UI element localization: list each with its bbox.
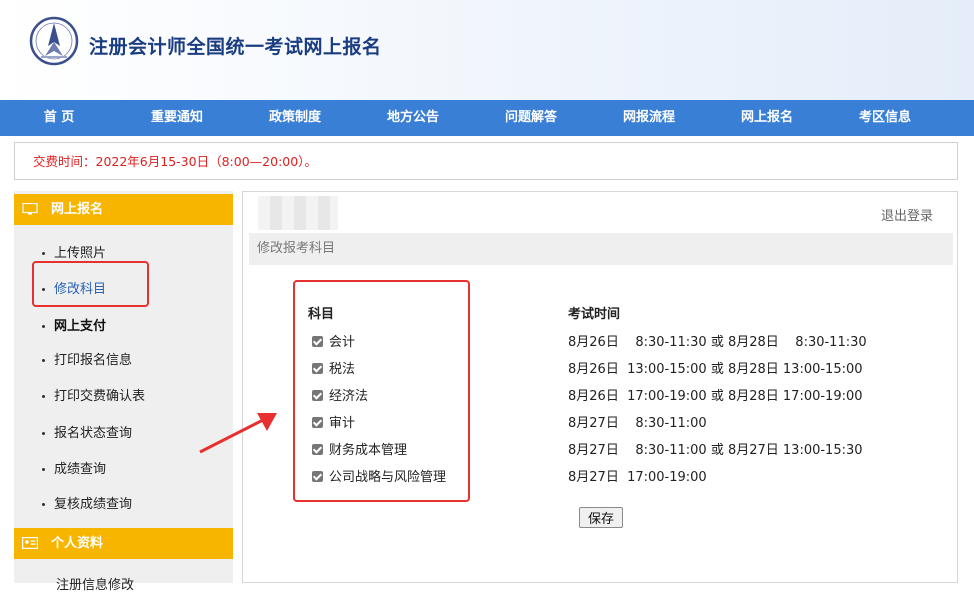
exam-time-strategy-risk-management: 8月27日 17:00-19:00 [568,466,707,485]
nav-policies[interactable]: 政策制度 [236,100,354,136]
nav-important-notices[interactable]: 重要通知 [118,100,236,136]
logout-link[interactable]: 退出登录 [881,205,933,224]
sidebar-item-upload-photo[interactable]: 上传照片 [42,242,106,261]
nav-exam-area-info[interactable]: 考区信息 [826,100,944,136]
sidebar-item-print-payment-confirmation[interactable]: 打印交费确认表 [42,385,145,404]
highlight-box-modify-subjects [32,261,149,307]
exam-time-tax-law: 8月26日 13:00-15:00 或 8月28日 13:00-15:00 [568,358,863,377]
sidebar-item-score-review-query[interactable]: 复核成绩查询 [42,493,132,512]
sidebar-item-profile-edit[interactable]: 注册信息修改 [56,574,134,593]
exam-time-economic-law: 8月26日 17:00-19:00 或 8月28日 17:00-19:00 [568,385,863,404]
highlight-box-subjects [293,280,470,502]
exam-time-accounting: 8月26日 8:30-11:30 或 8月28日 8:30-11:30 [568,331,867,350]
nav-registration-process[interactable]: 网报流程 [590,100,708,136]
bullet-icon [42,503,45,506]
bullet-icon [42,468,45,471]
monitor-icon [22,203,38,215]
payment-notice: 交费时间：2022年6月15-30日（8:00—20:00）。 [14,142,958,180]
bullet-icon [42,359,45,362]
sidebar-section-online-registration: 网上报名 [14,194,233,225]
sidebar-item-status-query[interactable]: 报名状态查询 [42,422,132,441]
sidebar-item-label: 打印报名信息 [54,353,132,368]
sidebar-item-label: 复核成绩查询 [54,497,132,512]
site-header: 注册会计师全国统一考试网上报名 [0,0,974,100]
time-column-header: 考试时间 [568,303,620,322]
sidebar: 网上报名 上传照片 修改科目 网上支付 打印报名信息 打印交费确认表 报名状态查… [14,191,233,583]
sidebar-item-label: 打印交费确认表 [54,389,145,404]
sidebar-section-title: 网上报名 [51,194,103,225]
exam-time-audit: 8月27日 8:30-11:00 [568,412,707,431]
bullet-icon [42,432,45,435]
sidebar-item-online-payment[interactable]: 网上支付 [42,315,106,334]
nav-faq[interactable]: 问题解答 [472,100,590,136]
red-arrow-icon [195,405,280,457]
bullet-icon [42,395,45,398]
id-card-icon [22,537,38,549]
sidebar-item-label: 报名状态查询 [54,426,132,441]
sidebar-item-print-registration[interactable]: 打印报名信息 [42,349,132,368]
nav-local-announcements[interactable]: 地方公告 [354,100,472,136]
site-title: 注册会计师全国统一考试网上报名 [89,32,382,59]
cicpa-logo-icon [29,16,79,66]
section-title-bar: 修改报考科目 [249,233,953,265]
exam-time-financial-cost-management: 8月27日 8:30-11:00 或 8月27日 13:00-15:30 [568,439,863,458]
sidebar-item-label: 上传照片 [54,246,106,261]
sidebar-section-title: 个人资料 [51,528,103,559]
nav-home[interactable]: 首 页 [0,100,118,136]
blurred-username [258,196,338,230]
nav-online-registration[interactable]: 网上报名 [708,100,826,136]
save-button[interactable]: 保存 [579,507,623,528]
sidebar-item-label: 网上支付 [54,319,106,334]
main-nav: 首 页 重要通知 政策制度 地方公告 问题解答 网报流程 网上报名 考区信息 [0,100,974,136]
sidebar-item-label: 成绩查询 [54,462,106,477]
sidebar-item-score-query[interactable]: 成绩查询 [42,458,106,477]
bullet-icon [42,325,45,328]
sidebar-section-personal-info: 个人资料 [14,528,233,559]
bullet-icon [42,252,45,255]
